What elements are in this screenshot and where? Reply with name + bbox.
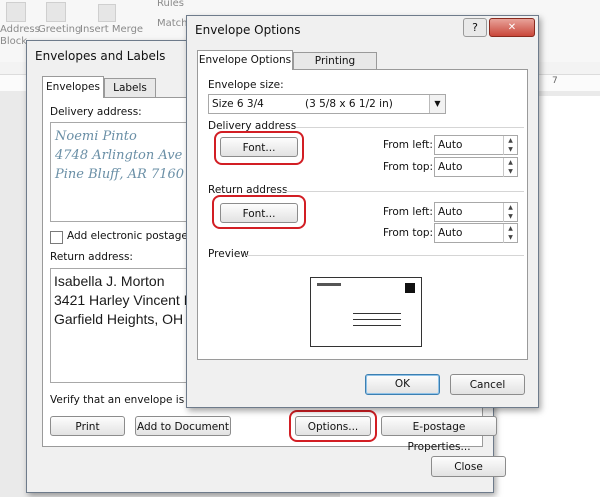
envelope-preview bbox=[310, 277, 422, 347]
envelope-size-label: Envelope size: bbox=[208, 79, 284, 91]
preview-label: Preview bbox=[208, 248, 249, 260]
return-line: Garfield Heights, OH bbox=[54, 311, 184, 327]
preview-address-line bbox=[353, 325, 401, 326]
tab-labels-label: Labels bbox=[113, 82, 147, 94]
delivery-from-top-input[interactable]: Auto ▲ ▼ bbox=[434, 157, 518, 177]
insert-merge-icon bbox=[98, 4, 116, 22]
spinner-icon[interactable]: ▲ ▼ bbox=[503, 203, 517, 222]
ribbon-address-block[interactable]: Address bbox=[0, 24, 40, 35]
preview-address-line bbox=[353, 313, 401, 314]
print-button-label: Print bbox=[75, 421, 100, 433]
options-highlight-annotation bbox=[289, 410, 377, 442]
add-to-document-label: Add to Document bbox=[137, 421, 229, 433]
envelope-size-select[interactable]: Size 6 3/4 (3 5/8 x 6 1/2 in) ▼ bbox=[208, 94, 446, 114]
ok-button[interactable]: OK bbox=[365, 374, 440, 395]
envelope-size-dims: (3 5/8 x 6 1/2 in) bbox=[305, 98, 393, 110]
tab-printing-options[interactable]: Printing Options bbox=[293, 52, 377, 83]
cancel-button-label: Cancel bbox=[469, 379, 506, 391]
greeting-icon bbox=[46, 2, 66, 22]
ribbon-address-block-2[interactable]: Block bbox=[0, 36, 27, 47]
close-glyph: ✕ bbox=[507, 22, 517, 33]
delivery-address-field[interactable]: Noemi Pinto 4748 Arlington Ave Pine Bluf… bbox=[50, 122, 200, 222]
delivery-line: Pine Bluff, AR 7160 bbox=[55, 167, 185, 182]
electronic-postage-checkbox[interactable] bbox=[50, 231, 63, 244]
epostage-properties-button[interactable]: E-postage Properties... bbox=[381, 416, 497, 453]
delivery-from-left-label: From left: bbox=[383, 139, 433, 151]
spinner-icon[interactable]: ▲ ▼ bbox=[503, 136, 517, 155]
delivery-line: 4748 Arlington Ave bbox=[55, 148, 183, 163]
help-glyph: ? bbox=[472, 21, 478, 34]
close-button-label: Close bbox=[454, 461, 483, 473]
add-to-document-button[interactable]: Add to Document bbox=[135, 416, 231, 436]
options-dialog-title: Envelope Options bbox=[195, 23, 301, 37]
tab-envelopes-label: Envelopes bbox=[46, 81, 100, 93]
spinner-icon[interactable]: ▲ ▼ bbox=[503, 224, 517, 243]
return-font-annotation bbox=[212, 195, 306, 229]
delivery-font-annotation bbox=[214, 131, 304, 165]
ok-button-label: OK bbox=[394, 378, 411, 390]
ribbon-greeting[interactable]: Greeting bbox=[38, 24, 81, 35]
return-from-left-value: Auto bbox=[438, 206, 463, 218]
ribbon-match[interactable]: Match bbox=[157, 18, 188, 29]
ribbon-rules[interactable]: Rules bbox=[157, 0, 184, 9]
ribbon-insert-merge[interactable]: Insert Merge bbox=[80, 24, 143, 35]
delivery-from-top-value: Auto bbox=[438, 161, 463, 173]
tab-envelope-options[interactable]: Envelope Options bbox=[197, 50, 293, 70]
return-line: Isabella J. Morton bbox=[54, 273, 165, 289]
epostage-properties-label: E-postage Properties... bbox=[407, 421, 471, 453]
preview-group-divider bbox=[246, 255, 524, 256]
help-icon[interactable]: ? bbox=[463, 18, 487, 37]
delivery-line: Noemi Pinto bbox=[55, 129, 137, 144]
address-block-icon bbox=[6, 2, 26, 22]
chevron-down-icon[interactable]: ▼ bbox=[429, 95, 445, 113]
preview-stamp bbox=[405, 283, 415, 293]
close-icon[interactable]: ✕ bbox=[489, 18, 535, 37]
tab-envelope-options-label: Envelope Options bbox=[198, 54, 292, 66]
electronic-postage-label: Add electronic postage bbox=[67, 230, 188, 242]
envelope-options-panel: Envelope size: Size 6 3/4 (3 5/8 x 6 1/2… bbox=[197, 69, 528, 360]
ruler-mark: 7 bbox=[552, 76, 558, 86]
delivery-from-left-input[interactable]: Auto ▲ ▼ bbox=[434, 135, 518, 155]
return-from-top-label: From top: bbox=[383, 227, 434, 239]
envelope-size-name: Size 6 3/4 bbox=[212, 98, 264, 110]
return-from-left-input[interactable]: Auto ▲ ▼ bbox=[434, 202, 518, 222]
dialog-title: Envelopes and Labels bbox=[35, 49, 166, 63]
delivery-group-divider bbox=[296, 127, 524, 128]
tab-labels[interactable]: Labels bbox=[104, 78, 156, 98]
return-line: 3421 Harley Vincent D bbox=[54, 292, 194, 308]
return-address-field[interactable]: Isabella J. Morton 3421 Harley Vincent D… bbox=[50, 268, 200, 383]
return-from-top-input[interactable]: Auto ▲ ▼ bbox=[434, 223, 518, 243]
close-button[interactable]: Close bbox=[431, 456, 506, 477]
delivery-from-top-label: From top: bbox=[383, 161, 434, 173]
cancel-button[interactable]: Cancel bbox=[450, 374, 525, 395]
delivery-address-label: Delivery address: bbox=[50, 106, 142, 118]
delivery-from-left-value: Auto bbox=[438, 139, 463, 151]
print-button[interactable]: Print bbox=[50, 416, 125, 436]
tab-envelopes[interactable]: Envelopes bbox=[42, 76, 104, 98]
envelope-options-dialog: Envelope Options ? ✕ Envelope Options Pr… bbox=[186, 15, 539, 408]
spinner-icon[interactable]: ▲ ▼ bbox=[503, 158, 517, 177]
return-group-divider bbox=[286, 191, 524, 192]
return-from-left-label: From left: bbox=[383, 206, 433, 218]
preview-address-line bbox=[353, 319, 401, 320]
return-from-top-value: Auto bbox=[438, 227, 463, 239]
preview-return-line bbox=[317, 283, 341, 286]
return-address-label: Return address: bbox=[50, 251, 133, 263]
